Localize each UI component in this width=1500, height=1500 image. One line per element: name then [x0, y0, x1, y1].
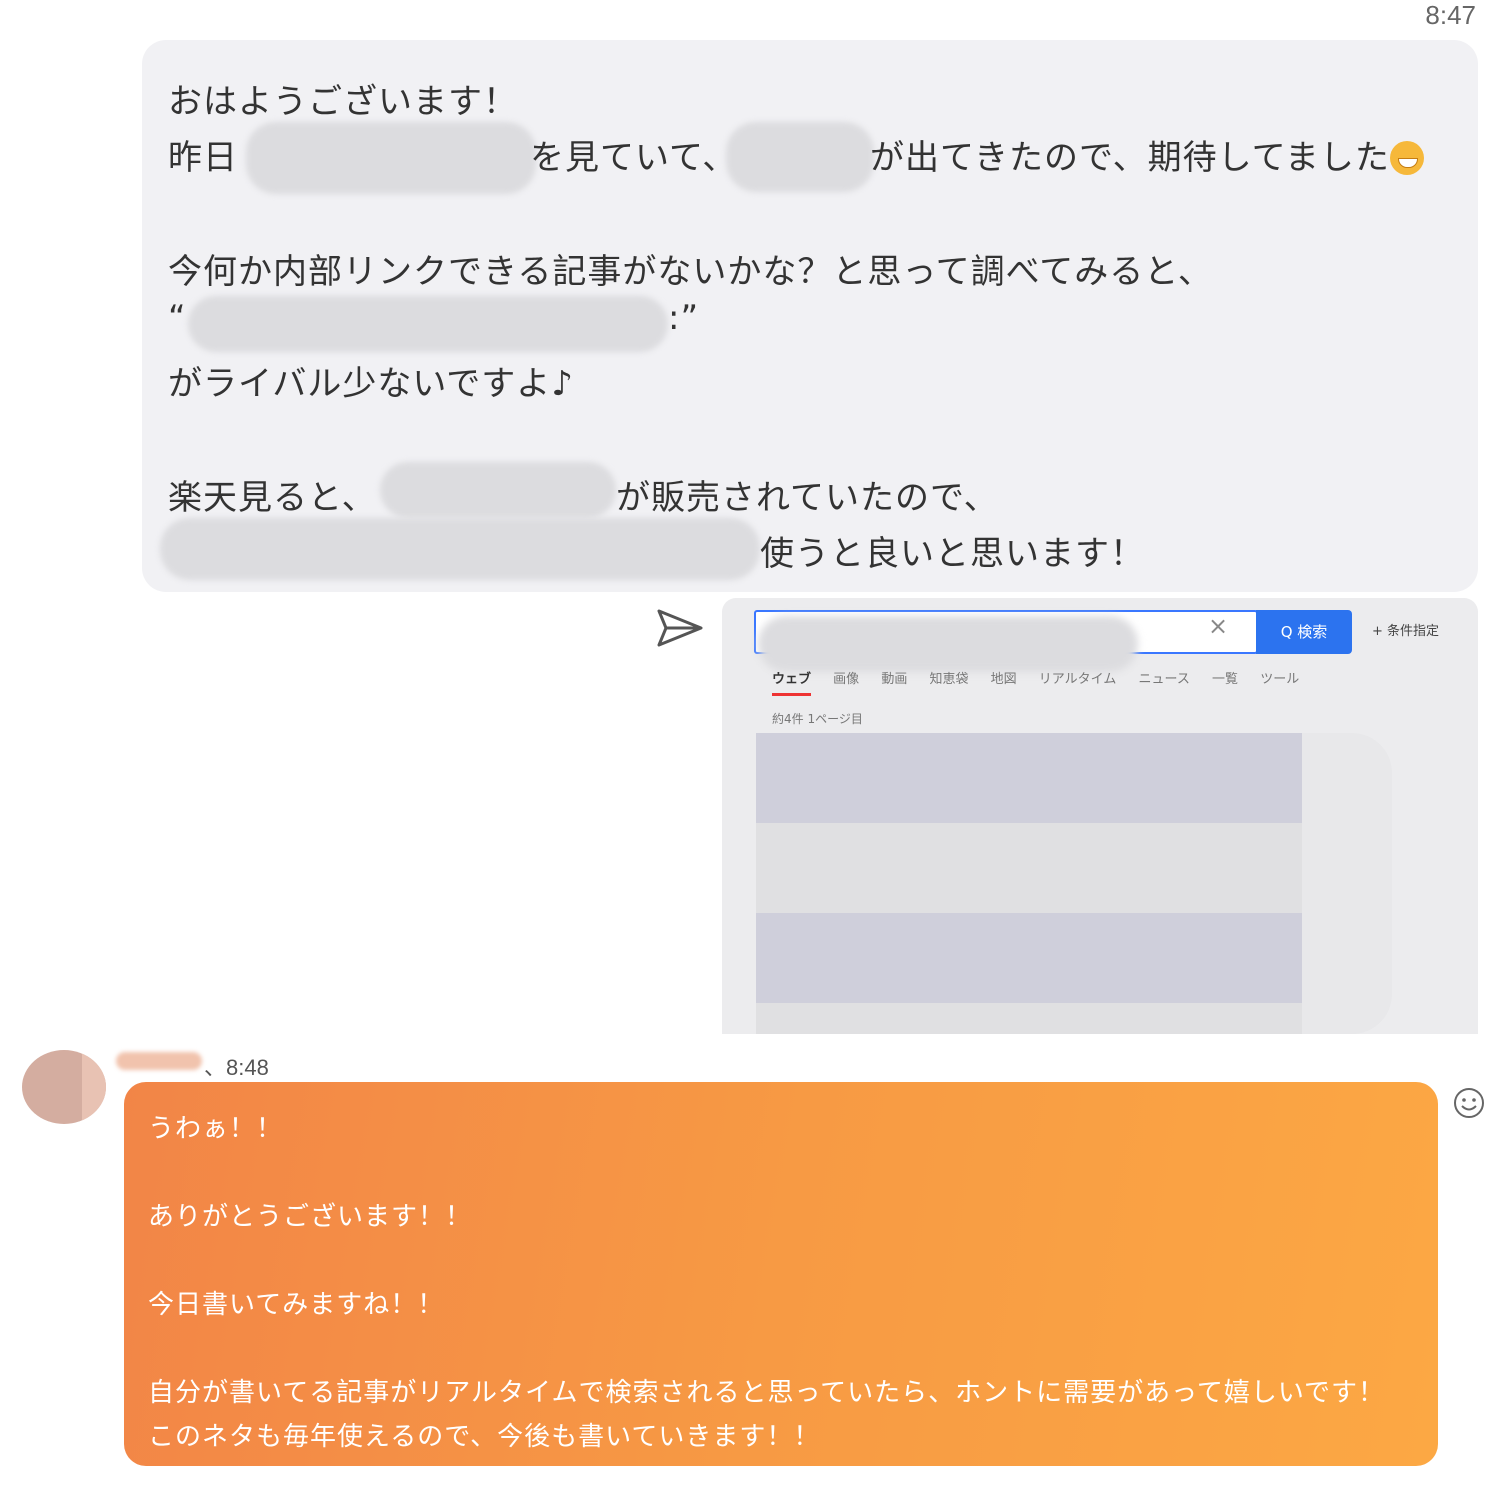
- redacted-text: [726, 122, 874, 192]
- message-timestamp: 、8:48: [204, 1055, 269, 1080]
- quote-close: :”: [668, 298, 700, 338]
- reaction-smile-icon[interactable]: [1452, 1086, 1486, 1120]
- message-line: 使うと良いと思います！: [760, 534, 1145, 574]
- reply-line: うわぁ！！: [148, 1114, 284, 1144]
- reply-line: このネタも毎年使えるので、今後も書いていきます！！: [148, 1422, 821, 1452]
- tab-tools: ツール: [1260, 672, 1300, 687]
- tab-web: ウェブ: [772, 672, 812, 696]
- message-text: が出てきたので、期待してました: [870, 138, 1390, 178]
- message-line: を見ていて、: [530, 138, 738, 178]
- redacted-text: [380, 462, 616, 518]
- tab-images: 画像: [833, 672, 860, 687]
- redacted-username: [116, 1052, 202, 1070]
- avatar[interactable]: [22, 1050, 106, 1124]
- redacted-results: [756, 733, 1392, 1034]
- quote-open: “: [168, 298, 187, 338]
- reply-line: 自分が書いてる記事がリアルタイムで検索されると思っていたら、ホントに需要があって…: [148, 1378, 1386, 1408]
- redacted-text: [188, 296, 668, 352]
- redacted-text: [160, 518, 760, 580]
- tab-list: 一覧: [1212, 672, 1239, 687]
- search-tabs: ウェブ 画像 動画 知恵袋 地図 リアルタイム ニュース 一覧 ツール: [772, 668, 1317, 696]
- redacted-text: [758, 616, 1138, 672]
- message-line: がライバル少ないですよ♪: [168, 364, 574, 404]
- message-line: 昨日: [168, 138, 238, 178]
- reply-line: 今日書いてみますね！！: [148, 1290, 445, 1320]
- message-line: おはようございます！: [168, 82, 518, 122]
- message-line: が出てきたので、期待してました: [870, 130, 1424, 179]
- send-icon[interactable]: [656, 608, 704, 648]
- tab-realtime: リアルタイム: [1038, 672, 1117, 687]
- message-line: 楽天見ると、: [168, 478, 377, 518]
- message-line: が販売されていたので、: [616, 478, 999, 518]
- clear-icon: ×: [1208, 612, 1229, 640]
- tab-map: 地図: [990, 672, 1017, 687]
- redacted-text: [246, 122, 536, 194]
- message-timestamp: 8:47: [1425, 0, 1476, 30]
- result-count: 約4件 1ページ目: [772, 712, 863, 726]
- tab-video: 動画: [881, 672, 908, 687]
- condition-link: + 条件指定: [1372, 624, 1440, 639]
- tab-chiebukuro: 知恵袋: [929, 672, 969, 687]
- message-line: 今何か内部リンクできる記事がないかな？と思って調べてみると、: [168, 252, 1213, 292]
- reply-line: ありがとうございます！！: [148, 1202, 473, 1232]
- search-button: Q 検索: [1256, 610, 1352, 654]
- tab-news: ニュース: [1138, 672, 1190, 687]
- attached-screenshot-image[interactable]: × Q 検索 + 条件指定 ウェブ 画像 動画 知恵袋 地図 リアルタイム ニュ…: [722, 598, 1478, 1034]
- grinning-face-icon: [1389, 140, 1424, 175]
